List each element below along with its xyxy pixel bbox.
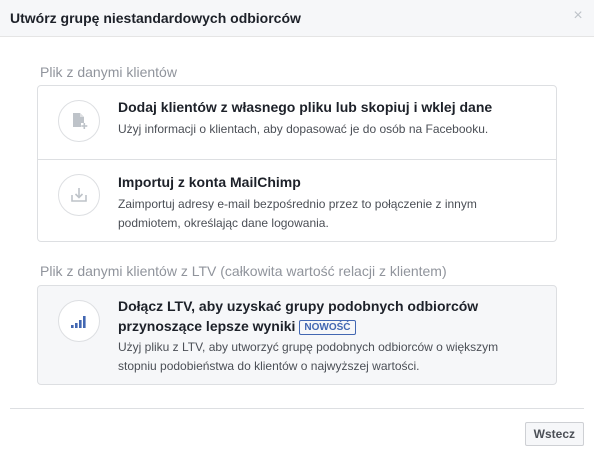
option-mailchimp-description-line2: podmiotem, określając dane logowania.	[118, 216, 329, 230]
bar-chart-icon	[58, 300, 100, 342]
customer-file-options: Dodaj klientów z własnego pliku lub skop…	[37, 85, 557, 242]
import-icon	[58, 174, 100, 216]
option-import-mailchimp[interactable]: Importuj z konta MailChimp Zaimportuj ad…	[38, 159, 556, 241]
option-mailchimp-title: Importuj z konta MailChimp	[118, 174, 301, 190]
file-add-icon	[58, 100, 100, 142]
close-icon[interactable]: ×	[571, 8, 585, 24]
option-include-ltv[interactable]: Dołącz LTV, aby uzyskać grupy podobnych …	[37, 285, 557, 385]
ltv-heading: Plik z danymi klientów z LTV (całkowita …	[40, 263, 447, 279]
dialog-header: Utwórz grupę niestandardowych odbiorców …	[0, 0, 594, 37]
new-badge: NOWOŚĆ	[299, 320, 356, 335]
option-ltv-title-line2-text: przynoszące lepsze wyniki	[118, 318, 296, 334]
option-ltv-description-line2: stopniu podobieństwa do klientów o najwy…	[118, 359, 420, 373]
option-ltv-title-line2: przynoszące lepsze wyniki NOWOŚĆ	[118, 317, 356, 336]
option-ltv-title-line1: Dołącz LTV, aby uzyskać grupy podobnych …	[118, 298, 479, 314]
customer-file-heading: Plik z danymi klientów	[40, 64, 177, 80]
footer-divider	[10, 408, 584, 409]
custom-audience-dialog: Utwórz grupę niestandardowych odbiorców …	[0, 0, 594, 455]
option-add-title: Dodaj klientów z własnego pliku lub skop…	[118, 99, 493, 115]
option-add-description: Użyj informacji o klientach, aby dopasow…	[118, 122, 489, 136]
dialog-title: Utwórz grupę niestandardowych odbiorców	[10, 10, 301, 26]
option-mailchimp-description-line1: Zaimportuj adresy e-mail bezpośrednio pr…	[118, 197, 477, 211]
option-add-customers-from-file[interactable]: Dodaj klientów z własnego pliku lub skop…	[38, 86, 556, 159]
option-ltv-description-line1: Użyj pliku z LTV, aby utworzyć grupę pod…	[118, 340, 499, 354]
back-button[interactable]: Wstecz	[524, 422, 584, 446]
